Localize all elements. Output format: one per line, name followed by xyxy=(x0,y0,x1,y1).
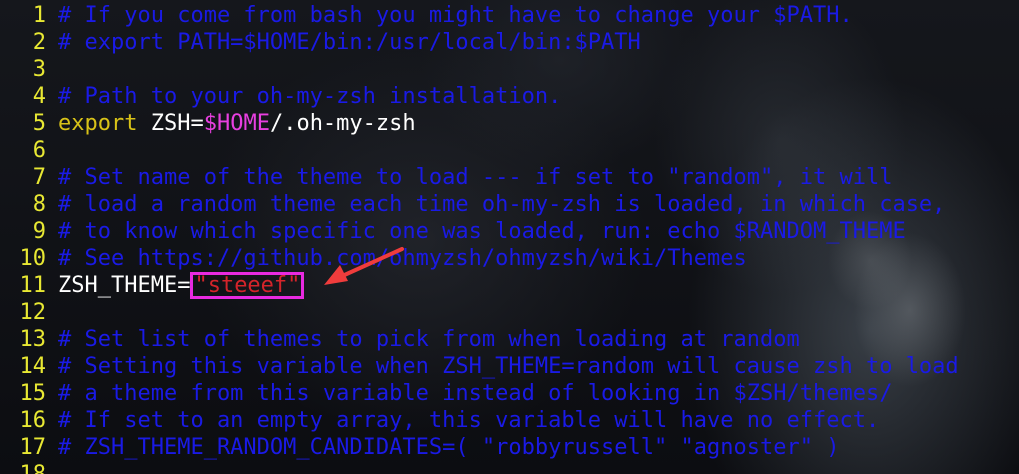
code-line[interactable]: 15 # a theme from this variable instead o… xyxy=(0,380,893,407)
comment-text: # a theme from this variable instead of … xyxy=(58,381,893,406)
code-line[interactable]: 6 xyxy=(0,137,58,164)
code-line[interactable]: 3 xyxy=(0,56,58,83)
line-number: 1 xyxy=(32,3,46,28)
code-line[interactable]: 10 # See https://github.com/ohmyzsh/ohmyz… xyxy=(0,245,747,272)
line-number: 17 xyxy=(19,435,47,460)
code-line[interactable]: 1 # If you come from bash you might have … xyxy=(0,2,853,29)
line-number: 2 xyxy=(32,30,46,55)
comment-text: # load a random theme each time oh-my-zs… xyxy=(58,192,946,217)
code-line[interactable]: 17 # ZSH_THEME_RANDOM_CANDIDATES=( "robby… xyxy=(0,434,840,461)
line-number: 14 xyxy=(19,354,47,379)
code-line[interactable]: 8 # load a random theme each time oh-my-z… xyxy=(0,191,946,218)
line-number: 16 xyxy=(19,408,47,433)
zsh-theme-assignment: ZSH_THEME= xyxy=(58,273,191,298)
comment-text: # ZSH_THEME_RANDOM_CANDIDATES=( "robbyru… xyxy=(58,435,840,460)
line-number: 15 xyxy=(19,381,47,406)
comment-text: # Set name of the theme to load --- if s… xyxy=(58,165,893,190)
code-line[interactable]: 16 # If set to an empty array, this varia… xyxy=(0,407,880,434)
export-keyword: export xyxy=(58,111,138,136)
code-line[interactable]: 4 # Path to your oh-my-zsh installation. xyxy=(0,83,562,110)
line-number: 3 xyxy=(32,57,46,82)
comment-text: # to know which specific one was loaded,… xyxy=(58,219,906,244)
line-number: 18 xyxy=(0,461,47,474)
line-number: 12 xyxy=(19,300,47,325)
code-line[interactable]: 7 # Set name of the theme to load --- if … xyxy=(0,164,893,191)
comment-text: # Path to your oh-my-zsh installation. xyxy=(58,84,562,109)
code-line[interactable]: 5 export ZSH=$HOME/.oh-my-zsh xyxy=(0,110,416,137)
code-line[interactable]: 9 # to know which specific one was loaded… xyxy=(0,218,906,245)
code-line[interactable]: 18 xyxy=(0,461,58,474)
line-number: 5 xyxy=(32,111,46,136)
line-number: 8 xyxy=(32,192,46,217)
code-line[interactable]: 14 # Setting this variable when ZSH_THEME… xyxy=(0,353,959,380)
comment-text: # Setting this variable when ZSH_THEME=r… xyxy=(58,354,959,379)
code-line[interactable]: 2 # export PATH=$HOME/bin:/usr/local/bin:… xyxy=(0,29,641,56)
line-number: 6 xyxy=(32,138,46,163)
zsh-path-suffix: /.oh-my-zsh xyxy=(269,111,416,136)
code-line[interactable]: 13 # Set list of themes to pick from when… xyxy=(0,326,800,353)
zsh-theme-value[interactable]: "steeef" xyxy=(190,272,305,299)
line-number: 9 xyxy=(32,219,46,244)
comment-text: # If set to an empty array, this variabl… xyxy=(58,408,880,433)
home-variable: $HOME xyxy=(203,111,270,136)
code-line[interactable]: 12 xyxy=(0,299,58,326)
comment-text: # export PATH=$HOME/bin:/usr/local/bin:$… xyxy=(58,30,641,55)
line-number: 4 xyxy=(32,84,46,109)
zsh-theme-line[interactable]: 11 ZSH_THEME= "steeef" xyxy=(0,272,305,299)
zsh-assignment: ZSH= xyxy=(137,111,204,136)
vim-editor[interactable]: 1 # If you come from bash you might have … xyxy=(0,0,1019,474)
line-number: 11 xyxy=(19,273,47,298)
line-number: 7 xyxy=(32,165,46,190)
comment-text: # Set list of themes to pick from when l… xyxy=(58,327,800,352)
line-number: 10 xyxy=(19,246,47,271)
line-number: 13 xyxy=(19,327,47,352)
comment-text: # See https://github.com/ohmyzsh/ohmyzsh… xyxy=(58,246,747,271)
comment-text: # If you come from bash you might have t… xyxy=(58,3,853,28)
